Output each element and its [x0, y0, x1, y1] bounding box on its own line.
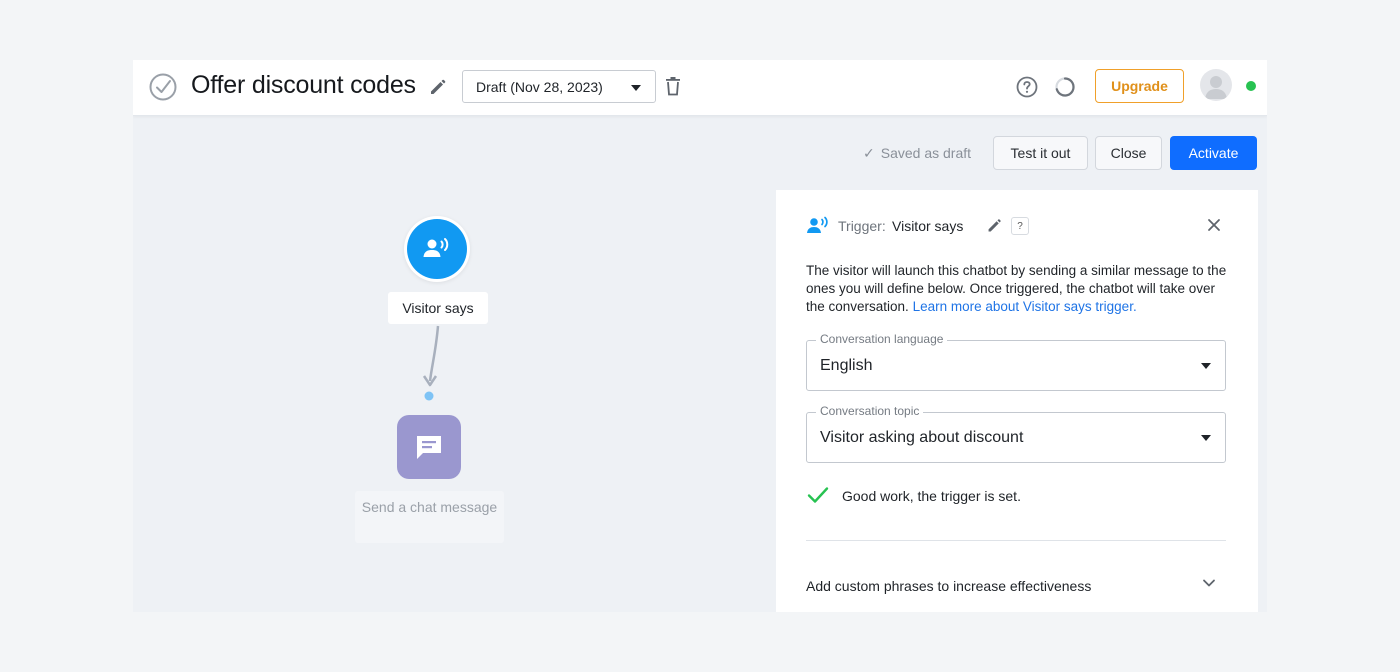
chevron-down-icon [1203, 579, 1215, 587]
pencil-icon[interactable] [428, 77, 448, 97]
trash-icon[interactable] [664, 76, 682, 96]
chatbot-editor: Offer discount codes Draft (Nov 28, 2023… [133, 60, 1267, 612]
trigger-settings-panel: Trigger: Visitor says ? The visitor will… [776, 190, 1258, 612]
checkmark-icon [807, 487, 829, 503]
panel-heading-value: Visitor says [892, 218, 964, 234]
visitor-says-node-label[interactable]: Visitor says [388, 292, 488, 324]
visitor-says-node-circle [407, 219, 467, 279]
saved-status-text: Saved as draft [880, 145, 972, 161]
saved-status: ✓ Saved as draft [863, 145, 971, 162]
top-bar: Offer discount codes Draft (Nov 28, 2023… [133, 60, 1267, 116]
help-badge[interactable]: ? [1011, 217, 1029, 235]
send-chat-message-node[interactable] [397, 415, 461, 479]
page-title: Offer discount codes [191, 71, 416, 99]
conversation-language-label: Conversation language [816, 332, 948, 346]
avatar-icon [1205, 76, 1227, 99]
help-circle-icon[interactable] [1015, 75, 1039, 99]
visitor-speaking-icon [423, 238, 449, 257]
panel-description: The visitor will launch this chatbot by … [806, 262, 1236, 316]
version-select-value: Draft (Nov 28, 2023) [476, 79, 603, 95]
upgrade-button[interactable]: Upgrade [1095, 69, 1184, 103]
loader-icon[interactable] [1053, 75, 1077, 99]
learn-more-link[interactable]: Learn more about Visitor says trigger. [913, 299, 1137, 314]
conversation-topic-label: Conversation topic [816, 404, 924, 418]
online-status-dot [1246, 81, 1256, 91]
conversation-topic-select[interactable]: Conversation topic Visitor asking about … [806, 404, 1226, 463]
version-select[interactable]: Draft (Nov 28, 2023) [462, 70, 656, 103]
conversation-language-select[interactable]: Conversation language English [806, 332, 1226, 391]
visitor-says-node[interactable] [404, 216, 470, 282]
chat-message-icon [417, 436, 441, 459]
caret-down-icon [631, 85, 641, 91]
conversation-topic-value: Visitor asking about discount [820, 429, 1024, 446]
close-button[interactable]: Close [1095, 136, 1162, 170]
check-icon: ✓ [863, 145, 875, 161]
trigger-set-message: Good work, the trigger is set. [842, 488, 1021, 504]
caret-down-icon [1201, 435, 1211, 441]
avatar[interactable] [1200, 69, 1232, 101]
check-circle-icon [149, 73, 177, 101]
close-icon[interactable] [1207, 218, 1221, 232]
divider [806, 540, 1226, 541]
visitor-speaking-icon [807, 216, 828, 233]
send-chat-message-node-label[interactable]: Send a chat message [355, 491, 504, 543]
caret-down-icon [1201, 363, 1211, 369]
panel-heading-prefix: Trigger: [838, 218, 886, 234]
pencil-icon[interactable] [986, 217, 1003, 234]
activate-button[interactable]: Activate [1170, 136, 1257, 170]
conversation-language-value: English [820, 357, 873, 374]
custom-phrases-expander[interactable]: Add custom phrases to increase effective… [806, 570, 1226, 600]
custom-phrases-label: Add custom phrases to increase effective… [806, 578, 1092, 594]
test-it-out-button[interactable]: Test it out [993, 136, 1088, 170]
